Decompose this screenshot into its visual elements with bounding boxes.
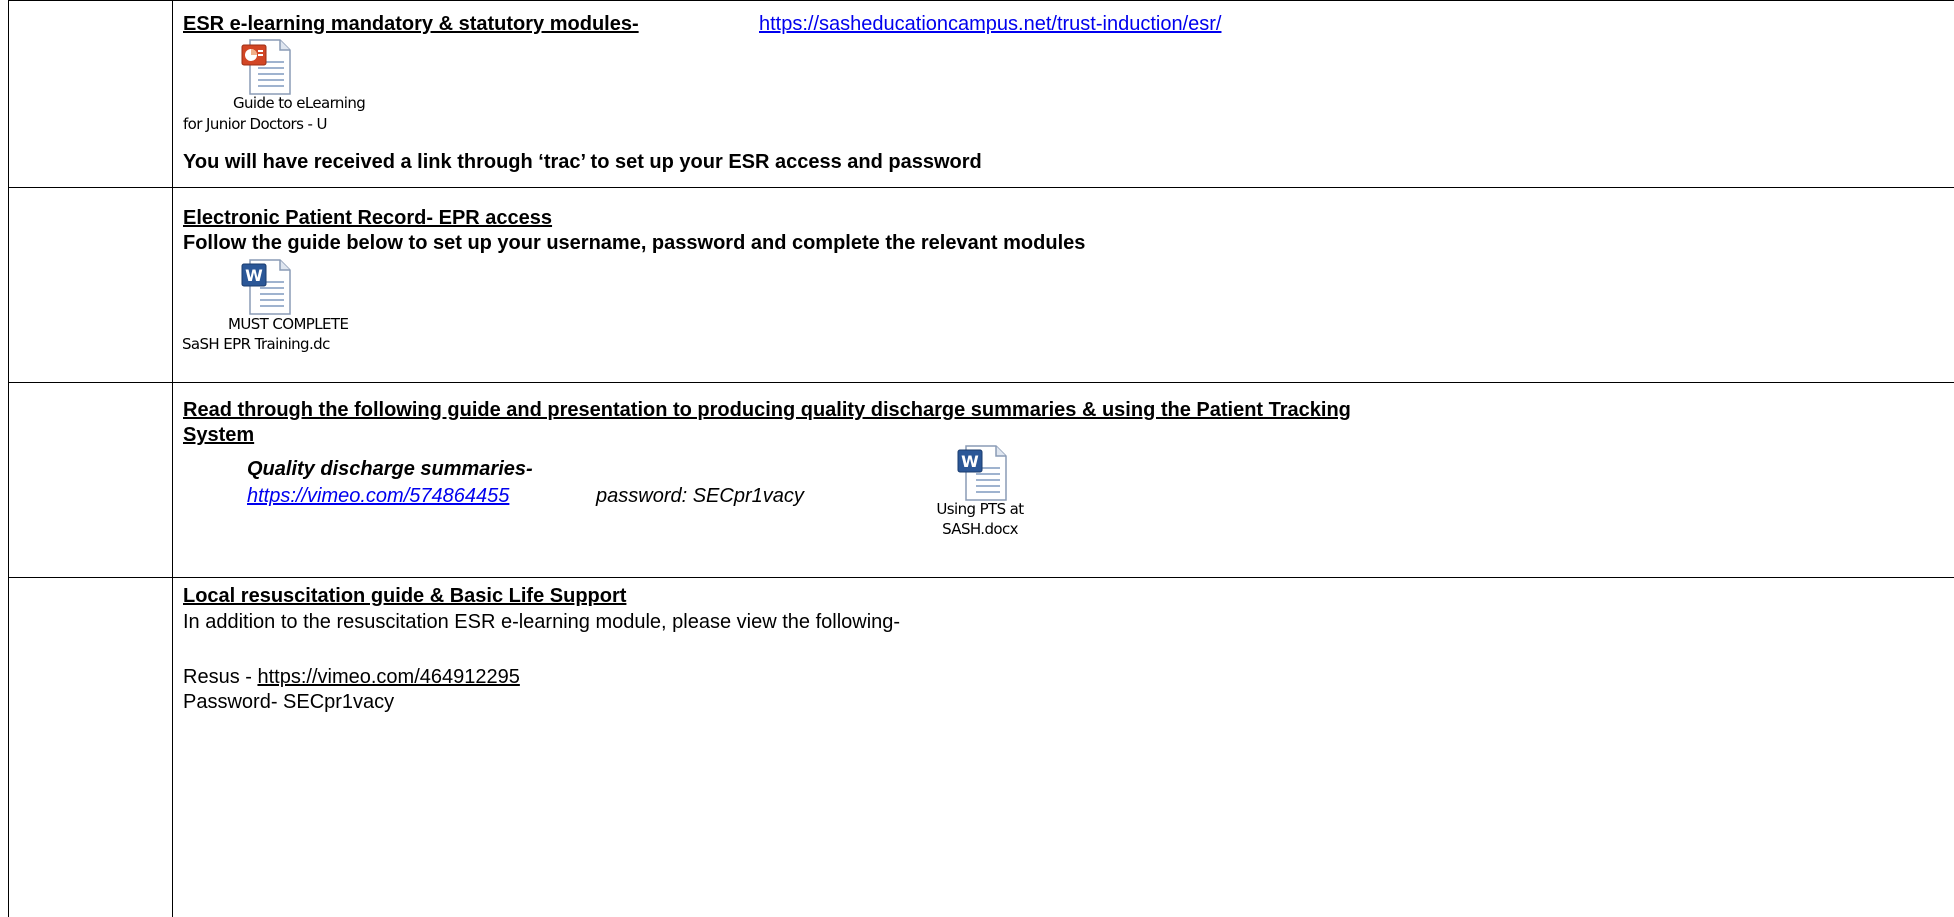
resus-label: Resus - (183, 666, 258, 688)
table-row-divider-2 (8, 382, 1954, 383)
row-heading-continued: System (183, 424, 255, 446)
table-border-left (8, 0, 9, 917)
table-column-divider (172, 0, 173, 917)
row-heading: Local resuscitation guide & Basic Life S… (183, 585, 627, 607)
svg-text:W: W (245, 266, 263, 285)
row-intro: In addition to the resuscitation ESR e-l… (183, 611, 901, 633)
attachment-caption: Guide to eLearning (233, 94, 366, 112)
powerpoint-file-icon[interactable] (236, 38, 292, 96)
password-text: password: SECpr1vacy (596, 485, 804, 507)
password-text: Password- SECpr1vacy (183, 691, 395, 713)
attachment-caption: SASH.docx (942, 520, 1018, 538)
attachment-caption: MUST COMPLETE (228, 315, 349, 333)
word-file-icon[interactable]: W (952, 444, 1008, 502)
svg-text:W: W (961, 452, 979, 471)
vimeo-link[interactable]: https://vimeo.com/574864455 (247, 484, 509, 508)
attachment-caption: for Junior Doctors - U (183, 115, 327, 133)
attachment-caption: SaSH EPR Training.dc (182, 335, 330, 353)
row-note: You will have received a link through ‘t… (183, 151, 982, 173)
esr-link[interactable]: https://sasheducationcampus.net/trust-in… (759, 12, 1221, 36)
row-heading: Read through the following guide and pre… (183, 399, 1351, 421)
item-title: Quality discharge summaries- (247, 458, 533, 480)
table-border-top (8, 0, 1954, 1)
resus-line: Resus - https://vimeo.com/464912295 (183, 665, 520, 689)
attachment-caption: Using PTS at (936, 500, 1024, 518)
row-subheading: Follow the guide below to set up your us… (183, 232, 1086, 254)
row-heading: ESR e-learning mandatory & statutory mod… (183, 13, 639, 35)
table-row-divider-1 (8, 187, 1954, 188)
row-heading: Electronic Patient Record- EPR access (183, 207, 553, 229)
word-file-icon[interactable]: W (236, 258, 292, 316)
resus-link[interactable]: https://vimeo.com/464912295 (257, 666, 519, 688)
table-row-divider-3 (8, 577, 1954, 578)
